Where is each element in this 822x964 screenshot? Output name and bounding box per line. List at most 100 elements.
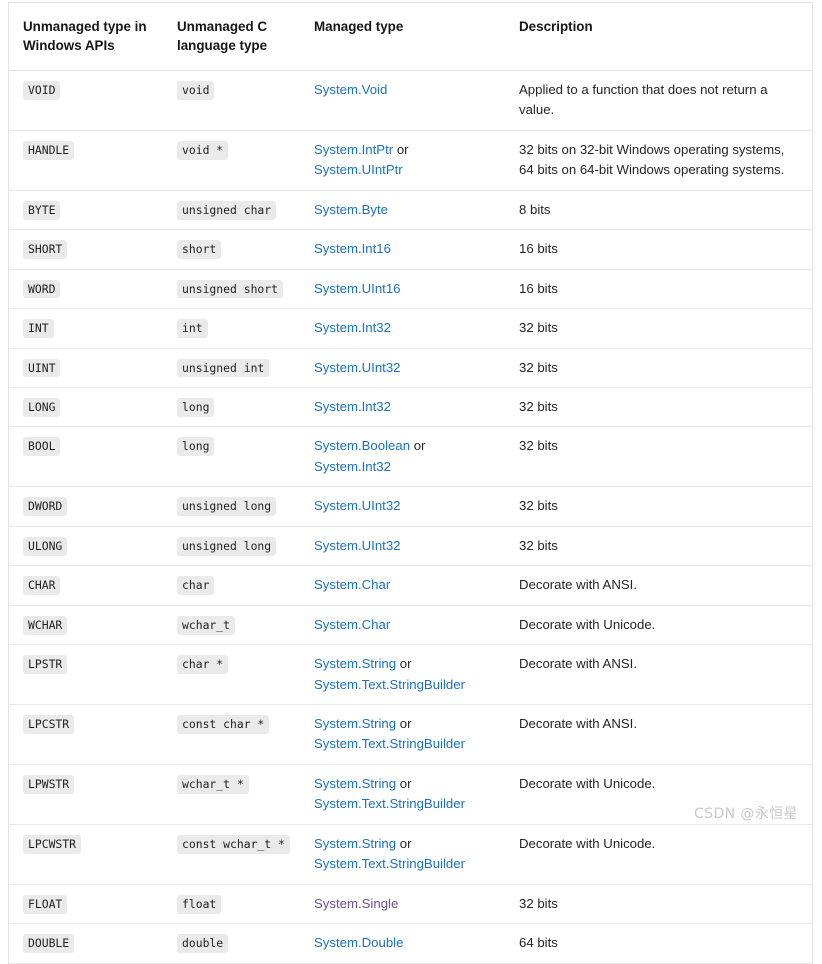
- managed-type-link[interactable]: System.Char: [314, 577, 390, 592]
- code-chip-unmanaged-windows: LPCSTR: [23, 715, 75, 734]
- cell-managed-type: System.String or System.Text.StringBuild…: [300, 704, 505, 765]
- cell-unmanaged-windows-type: UINT: [9, 348, 163, 388]
- cell-description: Decorate with Unicode.: [505, 764, 812, 825]
- cell-unmanaged-windows-type: LPWSTR: [9, 764, 163, 825]
- cell-managed-type: System.Single: [300, 884, 505, 925]
- cell-managed-type: System.UInt32: [300, 348, 505, 388]
- cell-unmanaged-windows-type: LONG: [9, 387, 163, 428]
- code-chip-unmanaged-windows: BYTE: [23, 200, 61, 220]
- managed-type-link[interactable]: System.Byte: [314, 202, 388, 217]
- cell-unmanaged-windows-type: DWORD: [9, 486, 163, 527]
- table-row: ULONG unsigned long System.UInt32 32 bits: [9, 526, 812, 567]
- code-chip-unmanaged-windows: BOOL: [23, 437, 61, 457]
- managed-type-link[interactable]: System.Double: [314, 935, 403, 950]
- cell-description: 32 bits: [505, 426, 812, 488]
- cell-managed-type: System.Double: [300, 923, 505, 964]
- cell-managed-type: System.UInt32: [300, 486, 505, 527]
- cell-unmanaged-c-type: unsigned short: [163, 269, 300, 310]
- managed-type-link[interactable]: System.UInt16: [314, 281, 401, 296]
- table-row: WCHAR wchar_t System.Char Decorate with Uni…: [9, 605, 812, 646]
- managed-type-separator: or: [396, 775, 412, 791]
- cell-unmanaged-c-type: unsigned long: [163, 526, 300, 567]
- managed-type-link[interactable]: System.UIntPtr: [314, 162, 403, 177]
- table-row: DWORD unsigned long System.UInt32 32 bits: [9, 486, 812, 527]
- cell-unmanaged-c-type: unsigned int: [163, 348, 300, 388]
- managed-type-link[interactable]: System.Int16: [314, 241, 391, 256]
- cell-description: 16 bits: [505, 229, 812, 270]
- cell-managed-type: System.IntPtr or System.UIntPtr: [300, 130, 505, 191]
- managed-type-link[interactable]: System.UInt32: [314, 498, 401, 513]
- table-row: BYTE unsigned char System.Byte 8 bits: [9, 190, 812, 231]
- managed-type-link[interactable]: System.UInt32: [314, 360, 401, 375]
- managed-type-link[interactable]: System.UInt32: [314, 538, 401, 553]
- code-chip-unmanaged-c: double: [177, 934, 229, 954]
- cell-unmanaged-c-type: short: [163, 229, 300, 270]
- managed-type-link[interactable]: System.Char: [314, 617, 390, 632]
- code-chip-unmanaged-c: unsigned short: [177, 279, 284, 299]
- code-chip-unmanaged-c: char: [177, 576, 215, 596]
- code-chip-unmanaged-windows: CHAR: [23, 576, 61, 596]
- column-header-unmanaged-windows: Unmanaged type in Windows APIs: [9, 3, 163, 71]
- code-chip-unmanaged-c: char *: [177, 655, 229, 674]
- cell-description: 32 bits: [505, 308, 812, 349]
- managed-type-link[interactable]: System.String: [314, 656, 396, 671]
- cell-unmanaged-windows-type: FLOAT: [9, 884, 163, 925]
- table-header: Unmanaged type in Windows APIs Unmanaged…: [9, 3, 812, 71]
- code-chip-unmanaged-windows: FLOAT: [23, 894, 68, 914]
- managed-type-link[interactable]: System.String: [314, 776, 396, 791]
- table-row: LPWSTR wchar_t * System.String or System.T…: [9, 764, 812, 825]
- code-chip-unmanaged-c: unsigned long: [177, 497, 277, 517]
- code-chip-unmanaged-c: short: [177, 240, 222, 259]
- cell-description: Applied to a function that does not retu…: [505, 70, 812, 131]
- managed-type-link[interactable]: System.IntPtr: [314, 142, 393, 157]
- managed-type-link[interactable]: System.Text.StringBuilder: [314, 677, 465, 692]
- managed-type-link[interactable]: System.Text.StringBuilder: [314, 856, 465, 871]
- cell-description: 32 bits: [505, 387, 812, 428]
- cell-description: 32 bits: [505, 486, 812, 527]
- managed-type-link[interactable]: System.Void: [314, 82, 387, 97]
- code-chip-unmanaged-c: void: [177, 80, 215, 100]
- cell-unmanaged-c-type: void *: [163, 130, 300, 191]
- table-row: WORD unsigned short System.UInt16 16 bits: [9, 269, 812, 310]
- cell-unmanaged-windows-type: LPCWSTR: [9, 824, 163, 885]
- cell-unmanaged-windows-type: ULONG: [9, 526, 163, 567]
- cell-unmanaged-windows-type: HANDLE: [9, 130, 163, 191]
- managed-type-link[interactable]: System.String: [314, 836, 396, 851]
- code-chip-unmanaged-windows: LPCWSTR: [23, 834, 82, 854]
- code-chip-unmanaged-windows: VOID: [23, 80, 61, 100]
- code-chip-unmanaged-c: long: [177, 397, 215, 417]
- interop-types-table-container: Unmanaged type in Windows APIs Unmanaged…: [8, 2, 813, 964]
- cell-unmanaged-c-type: unsigned long: [163, 486, 300, 527]
- cell-unmanaged-windows-type: CHAR: [9, 565, 163, 606]
- column-header-unmanaged-c: Unmanaged C language type: [163, 3, 300, 71]
- managed-type-link[interactable]: System.Boolean: [314, 438, 410, 453]
- managed-type-link[interactable]: System.Text.StringBuilder: [314, 796, 465, 811]
- code-chip-unmanaged-windows: UINT: [23, 358, 61, 378]
- cell-description: Decorate with ANSI.: [505, 644, 812, 706]
- cell-managed-type: System.Int32: [300, 308, 505, 349]
- cell-description: 32 bits on 32-bit Windows operating syst…: [505, 130, 812, 191]
- code-chip-unmanaged-c: float: [177, 894, 222, 914]
- managed-type-link[interactable]: System.Single: [314, 896, 398, 911]
- cell-managed-type: System.String or System.Text.StringBuild…: [300, 824, 505, 885]
- cell-description: Decorate with Unicode.: [505, 824, 812, 885]
- managed-type-link[interactable]: System.Int32: [314, 459, 391, 474]
- cell-description: Decorate with Unicode.: [505, 605, 812, 646]
- managed-type-link[interactable]: System.String: [314, 716, 396, 731]
- cell-description: 32 bits: [505, 348, 812, 388]
- table-row: LPCSTR const char * System.String or Syste…: [9, 704, 812, 765]
- cell-managed-type: System.Char: [300, 565, 505, 606]
- managed-type-separator: or: [396, 656, 412, 672]
- managed-type-link[interactable]: System.Text.StringBuilder: [314, 736, 465, 751]
- table-header-row: Unmanaged type in Windows APIs Unmanaged…: [9, 3, 812, 71]
- code-chip-unmanaged-c: const char *: [177, 715, 270, 734]
- cell-description: 8 bits: [505, 190, 812, 231]
- managed-type-link[interactable]: System.Int32: [314, 320, 391, 335]
- table-row: CHAR char System.Char Decorate with ANSI.: [9, 565, 812, 606]
- managed-type-link[interactable]: System.Int32: [314, 399, 391, 414]
- cell-managed-type: System.Boolean or System.Int32: [300, 426, 505, 488]
- cell-managed-type: System.Byte: [300, 190, 505, 231]
- cell-unmanaged-windows-type: DOUBLE: [9, 923, 163, 964]
- cell-unmanaged-c-type: wchar_t: [163, 605, 300, 646]
- cell-unmanaged-windows-type: SHORT: [9, 229, 163, 270]
